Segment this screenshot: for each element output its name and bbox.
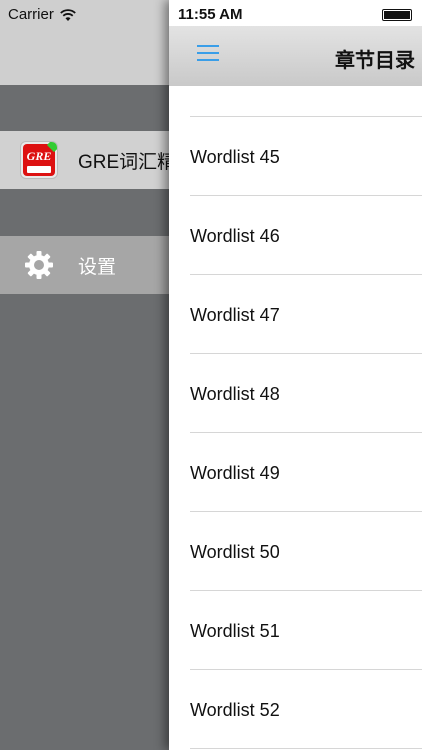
wordlist-label: Wordlist 47 <box>190 305 280 325</box>
wordlist-label: Wordlist 51 <box>190 621 280 641</box>
list-item[interactable]: Wordlist 45 <box>169 117 422 196</box>
carrier-indicator: Carrier <box>8 6 77 23</box>
list-item[interactable]: Wordlist 49 <box>169 433 422 512</box>
wifi-icon <box>60 8 76 21</box>
app-logo-icon: GRE <box>20 141 58 179</box>
drawer-item-label: 设置 <box>78 256 117 278</box>
status-time: 11:55 AM <box>178 6 243 23</box>
list-item[interactable]: Wordlist 46 <box>169 196 422 275</box>
wordlist-label: Wordlist 50 <box>190 542 280 562</box>
hamburger-icon[interactable] <box>197 43 219 63</box>
wordlist-label: Wordlist 48 <box>190 384 280 404</box>
list-item[interactable]: Wordlist 51 <box>169 591 422 670</box>
list-divider <box>190 748 422 749</box>
wordlist-label: Wordlist 49 <box>190 463 280 483</box>
wordlist-label: Wordlist 46 <box>190 226 280 246</box>
chapter-list-panel: 11:55 AM 章节目录 Wordlist 45 Wordlist 46 Word… <box>169 0 422 750</box>
navigation-bar: 章节目录 <box>169 26 422 86</box>
list-item[interactable]: Wordlist 48 <box>169 354 422 433</box>
wordlist-label: Wordlist 52 <box>190 700 280 720</box>
carrier-label: Carrier <box>8 6 54 23</box>
list-item[interactable]: Wordlist 47 <box>169 275 422 354</box>
wordlist-label: Wordlist 45 <box>190 147 280 167</box>
battery-icon <box>382 9 412 21</box>
list-item[interactable]: Wordlist 52 <box>169 670 422 749</box>
list-item[interactable]: Wordlist 50 <box>169 512 422 591</box>
gear-icon <box>25 251 53 279</box>
page-title: 章节目录 <box>335 50 415 72</box>
main-status-bar: 11:55 AM <box>169 0 422 26</box>
